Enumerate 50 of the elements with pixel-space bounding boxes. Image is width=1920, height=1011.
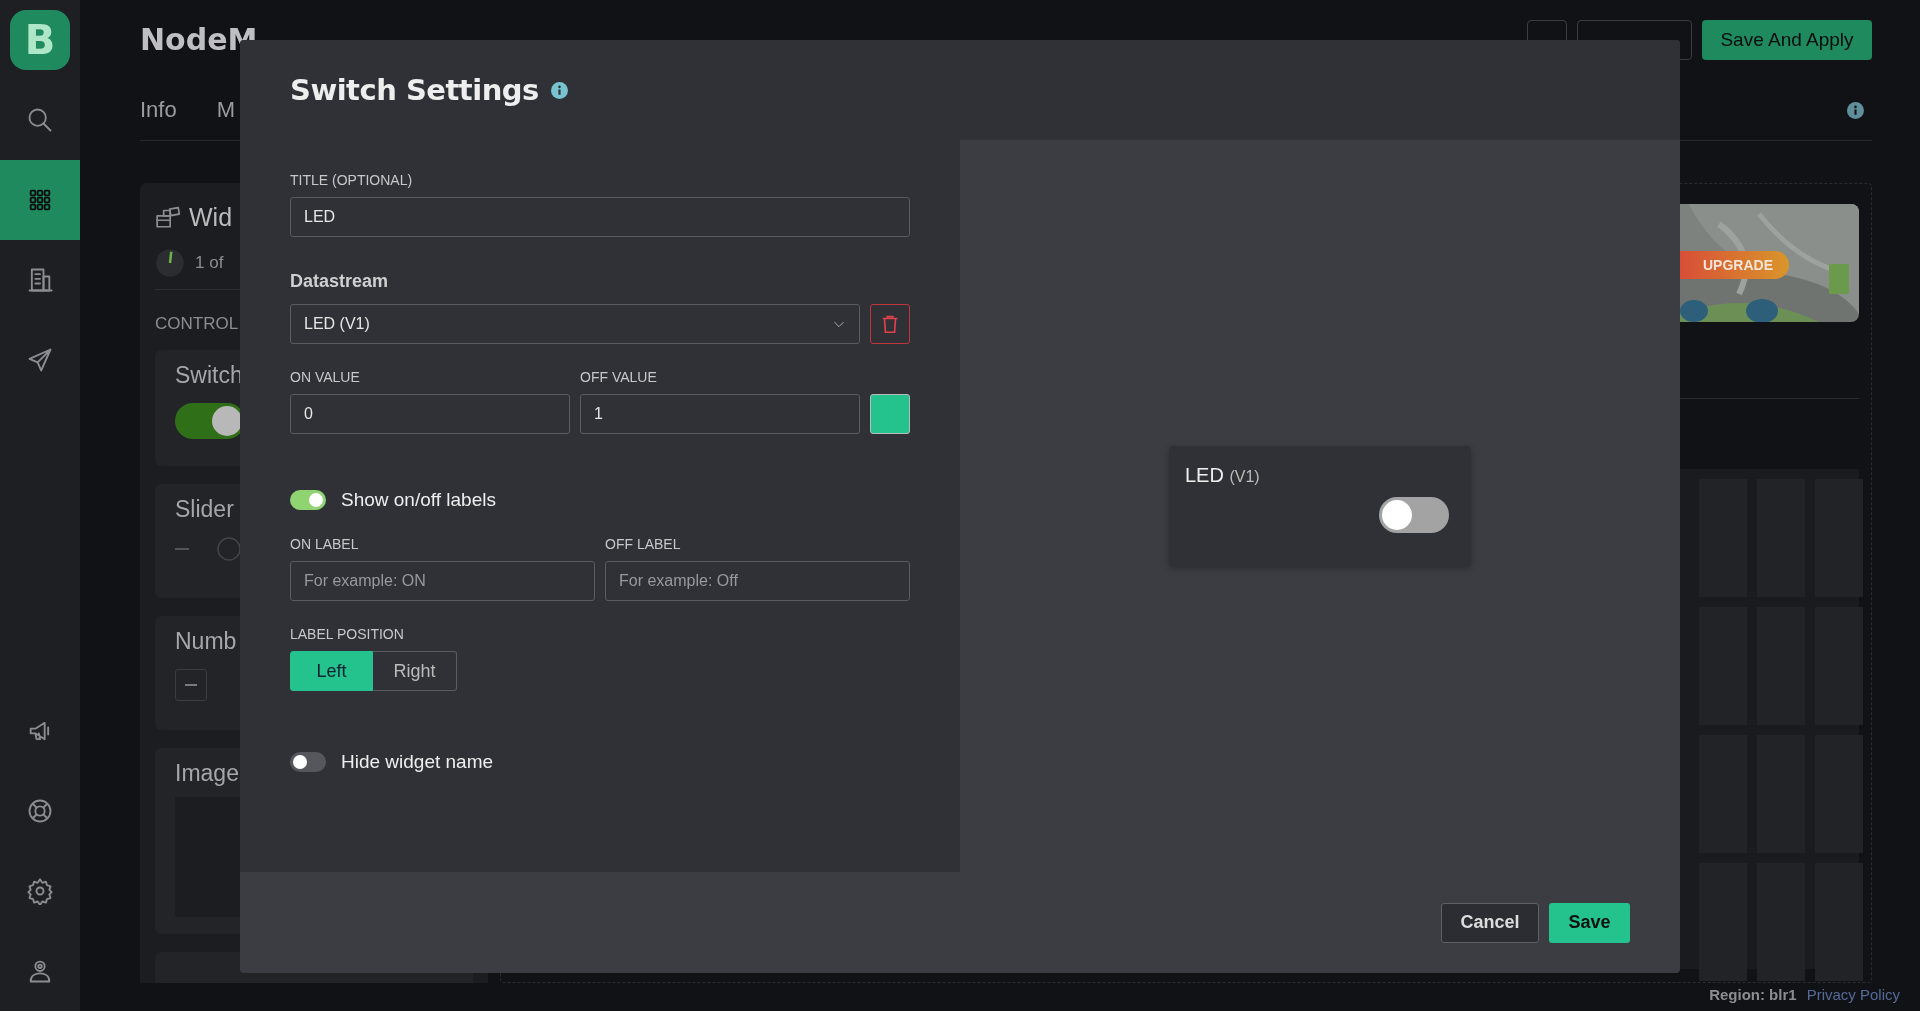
widget-box-icon [155, 204, 181, 230]
field-label: ON LABEL [290, 536, 360, 553]
input-field[interactable]: 1 [580, 394, 860, 434]
section-heading: CONTROL [155, 314, 239, 334]
info-icon[interactable] [1847, 101, 1864, 119]
paper-plane-icon [26, 346, 54, 374]
toggle-label: Show on/off labels [341, 489, 496, 511]
save-button[interactable]: Save [1549, 902, 1630, 943]
field-label: Datastream [290, 271, 390, 292]
widget-name: Slider [175, 496, 234, 523]
lifebuoy-icon [26, 797, 54, 825]
color-swatch[interactable] [870, 394, 910, 434]
minus-button[interactable] [175, 669, 207, 701]
tab[interactable]: Info [140, 97, 177, 123]
position-option[interactable]: Right [373, 651, 457, 691]
dialog-title: Switch Settings [290, 73, 539, 107]
field-label: LABEL POSITION [290, 626, 405, 643]
sidebar-item[interactable] [0, 160, 80, 240]
position-option[interactable]: Left [290, 651, 373, 691]
cancel-button[interactable]: Cancel [1441, 902, 1539, 943]
toggle-switch[interactable] [290, 752, 326, 772]
widget-name: Image [175, 760, 239, 787]
save-and-apply-button[interactable]: Save And Apply [1702, 20, 1872, 60]
building-icon [26, 266, 54, 294]
region-label: Region: blr1 [1709, 986, 1797, 1003]
widget-name: LED (V1) [1185, 464, 1261, 487]
field-label: OFF VALUE [580, 369, 658, 386]
toggle-switch[interactable] [1379, 497, 1449, 533]
panel-title: Wid [189, 202, 233, 232]
minus-icon [185, 684, 197, 686]
privacy-policy-link[interactable]: Privacy Policy [1806, 986, 1900, 1003]
settings-icon [26, 877, 54, 905]
widget-name: Switch [175, 362, 243, 389]
field-label: OFF LABEL [605, 536, 682, 553]
input-field[interactable]: LED [290, 197, 910, 237]
delete-button[interactable] [870, 304, 910, 344]
widget-name: Numb [175, 628, 237, 655]
input-field[interactable]: 0 [290, 394, 570, 434]
toggle-label: Hide widget name [341, 751, 494, 773]
usage-count: 1 of [195, 253, 224, 273]
input-field[interactable]: For example: Off [605, 561, 910, 601]
gauge-icon [155, 248, 185, 278]
tab[interactable]: M [216, 97, 236, 123]
search-icon [26, 106, 54, 134]
field-label: ON VALUE [290, 369, 361, 386]
datastream-dropdown[interactable]: LED (V1) [290, 304, 860, 344]
info-icon[interactable] [550, 81, 568, 99]
field-label: TITLE (OPTIONAL) [290, 172, 414, 189]
toggle-switch[interactable] [290, 490, 326, 510]
input-field[interactable]: For example: ON [290, 561, 595, 601]
